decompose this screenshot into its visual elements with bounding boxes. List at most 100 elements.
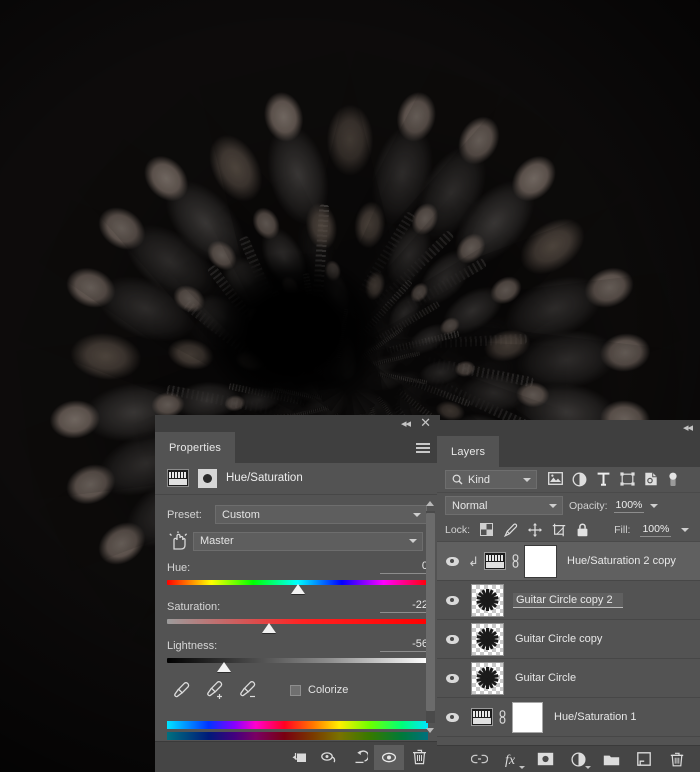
layers-tab-strip: Layers	[437, 436, 700, 467]
eyedropper-add-icon[interactable]	[206, 680, 223, 700]
layers-panel[interactable]: ◂◂ Layers Kind Normal Opacity: 100% Lock…	[437, 420, 700, 772]
layer-kind-filter-select[interactable]: Kind	[445, 470, 537, 489]
layer-thumbnail[interactable]	[471, 708, 493, 726]
close-icon[interactable]: ✕	[420, 416, 431, 429]
table-row[interactable]: Guitar Circle	[437, 659, 700, 698]
layer-visibility-toggle[interactable]	[437, 634, 467, 644]
opacity-label: Opacity:	[569, 499, 608, 512]
lock-position-icon[interactable]	[528, 522, 543, 537]
toggle-previous-state-button[interactable]	[314, 745, 344, 770]
add-layer-mask-button[interactable]	[536, 750, 554, 768]
layer-mask-thumbnail[interactable]	[512, 701, 543, 733]
adjustment-header: Hue/Saturation	[155, 463, 440, 495]
delete-layer-button[interactable]	[668, 750, 686, 768]
panel-menu-icon[interactable]	[416, 442, 430, 453]
saturation-label: Saturation:	[167, 601, 221, 613]
tab-layers[interactable]: Layers	[437, 436, 500, 467]
hue-value[interactable]: 0	[380, 560, 428, 574]
layer-name[interactable]: Guitar Circle	[515, 672, 576, 684]
hue-slider-track[interactable]	[167, 580, 428, 594]
fill-chevron-down-icon[interactable]	[681, 527, 690, 532]
table-row[interactable]: ↲ Hue/Saturation 2 copy	[437, 542, 700, 581]
filter-shape-layers-icon[interactable]	[620, 472, 635, 487]
filter-smart-object-layers-icon[interactable]	[644, 472, 659, 487]
lightness-value[interactable]: -56	[380, 638, 428, 652]
layer-name-input[interactable]: Guitar Circle copy 2	[513, 592, 623, 608]
preset-select[interactable]: Custom	[215, 505, 427, 524]
link-icon[interactable]	[511, 554, 520, 568]
lock-artboard-nesting-icon[interactable]	[552, 523, 566, 537]
lightness-slider-group: Lightness: -56	[155, 638, 440, 672]
layer-visibility-toggle[interactable]	[437, 595, 467, 605]
lightness-slider-track[interactable]	[167, 658, 428, 672]
saturation-slider-track[interactable]	[167, 619, 428, 633]
lock-transparent-pixels-icon[interactable]	[480, 522, 494, 537]
table-row[interactable]: Hue/Saturation 1	[437, 698, 700, 737]
layer-name[interactable]: Guitar Circle copy	[515, 633, 602, 645]
link-icon[interactable]	[498, 710, 507, 724]
opacity-chevron-down-icon[interactable]	[650, 503, 659, 508]
clip-to-layer-button[interactable]	[284, 745, 314, 770]
reset-button[interactable]	[344, 745, 374, 770]
delete-button[interactable]	[404, 745, 434, 770]
blend-mode-select[interactable]: Normal	[445, 496, 563, 515]
layer-style-button[interactable]: fx	[503, 750, 525, 769]
layer-name[interactable]: Hue/Saturation 1	[554, 711, 637, 723]
colorize-checkbox-wrap[interactable]: Colorize	[290, 684, 348, 696]
layer-thumbnail[interactable]	[471, 622, 504, 656]
properties-scroll-thumb[interactable]	[426, 513, 435, 711]
hue-range-bar-source[interactable]	[167, 721, 428, 729]
filter-type-layers-icon[interactable]	[596, 472, 611, 487]
layer-thumbnail[interactable]	[471, 583, 504, 617]
filter-toggle-switch-icon[interactable]	[668, 472, 683, 487]
eyedropper-icon[interactable]	[173, 681, 190, 700]
new-adjustment-layer-button[interactable]	[569, 750, 591, 769]
filter-adjustment-layers-icon[interactable]	[572, 472, 587, 487]
double-chevron-left-icon[interactable]: ◂◂	[401, 419, 411, 430]
eyedropper-subtract-icon[interactable]	[239, 680, 256, 700]
clipping-mask-icon: ↲	[468, 553, 479, 569]
saturation-value[interactable]: -22	[380, 599, 428, 613]
layer-thumbnail[interactable]	[484, 552, 506, 570]
new-group-button[interactable]	[602, 750, 620, 768]
layer-visibility-toggle[interactable]	[437, 556, 467, 566]
double-chevron-left-icon[interactable]: ◂◂	[683, 423, 693, 434]
hue-range-bar-result[interactable]	[167, 732, 428, 740]
preset-label: Preset:	[167, 508, 202, 521]
layer-thumbnail[interactable]	[471, 661, 504, 695]
properties-scroll-track[interactable]	[426, 511, 435, 723]
chevron-down-icon	[519, 766, 525, 769]
scroll-down-arrow-icon[interactable]	[425, 725, 436, 736]
layer-list[interactable]: ↲ Hue/Saturation 2 copy Guitar Circle co	[437, 542, 700, 737]
channel-select[interactable]: Master	[193, 531, 423, 551]
link-layers-button[interactable]	[470, 750, 488, 768]
properties-tab-strip: Properties	[155, 432, 440, 463]
fill-value[interactable]: 100%	[640, 523, 672, 537]
toggle-visibility-button[interactable]	[374, 744, 404, 770]
lightness-label: Lightness:	[167, 640, 218, 652]
filter-pixel-layers-icon[interactable]	[548, 472, 563, 487]
table-row[interactable]: Guitar Circle copy	[437, 620, 700, 659]
new-layer-button[interactable]	[635, 750, 653, 768]
layer-visibility-toggle[interactable]	[437, 712, 467, 722]
hue-slider-thumb[interactable]	[290, 584, 305, 594]
layer-mask-thumbnail[interactable]	[524, 544, 557, 578]
on-image-adjust-hand-icon[interactable]	[167, 531, 189, 551]
saturation-slider-thumb[interactable]	[261, 623, 276, 633]
chevron-down-icon	[523, 477, 531, 482]
opacity-value[interactable]: 100%	[613, 499, 645, 513]
chevron-down-icon	[413, 512, 421, 517]
layer-mask-icon[interactable]	[198, 468, 217, 488]
colorize-checkbox[interactable]	[290, 684, 301, 696]
channel-row: Master	[155, 531, 440, 551]
preset-value: Custom	[222, 508, 260, 521]
layer-visibility-toggle[interactable]	[437, 673, 467, 683]
properties-panel[interactable]: ◂◂ ✕ Properties Hue/Saturation Preset: C…	[155, 415, 440, 772]
properties-scrollbar[interactable]	[425, 498, 436, 736]
lightness-slider-thumb[interactable]	[217, 662, 232, 672]
lock-image-pixels-icon[interactable]	[504, 523, 518, 537]
layer-name[interactable]: Hue/Saturation 2 copy	[567, 555, 676, 567]
tab-properties[interactable]: Properties	[155, 432, 236, 463]
table-row[interactable]: Guitar Circle copy 2	[437, 581, 700, 620]
lock-all-icon[interactable]	[576, 523, 590, 537]
